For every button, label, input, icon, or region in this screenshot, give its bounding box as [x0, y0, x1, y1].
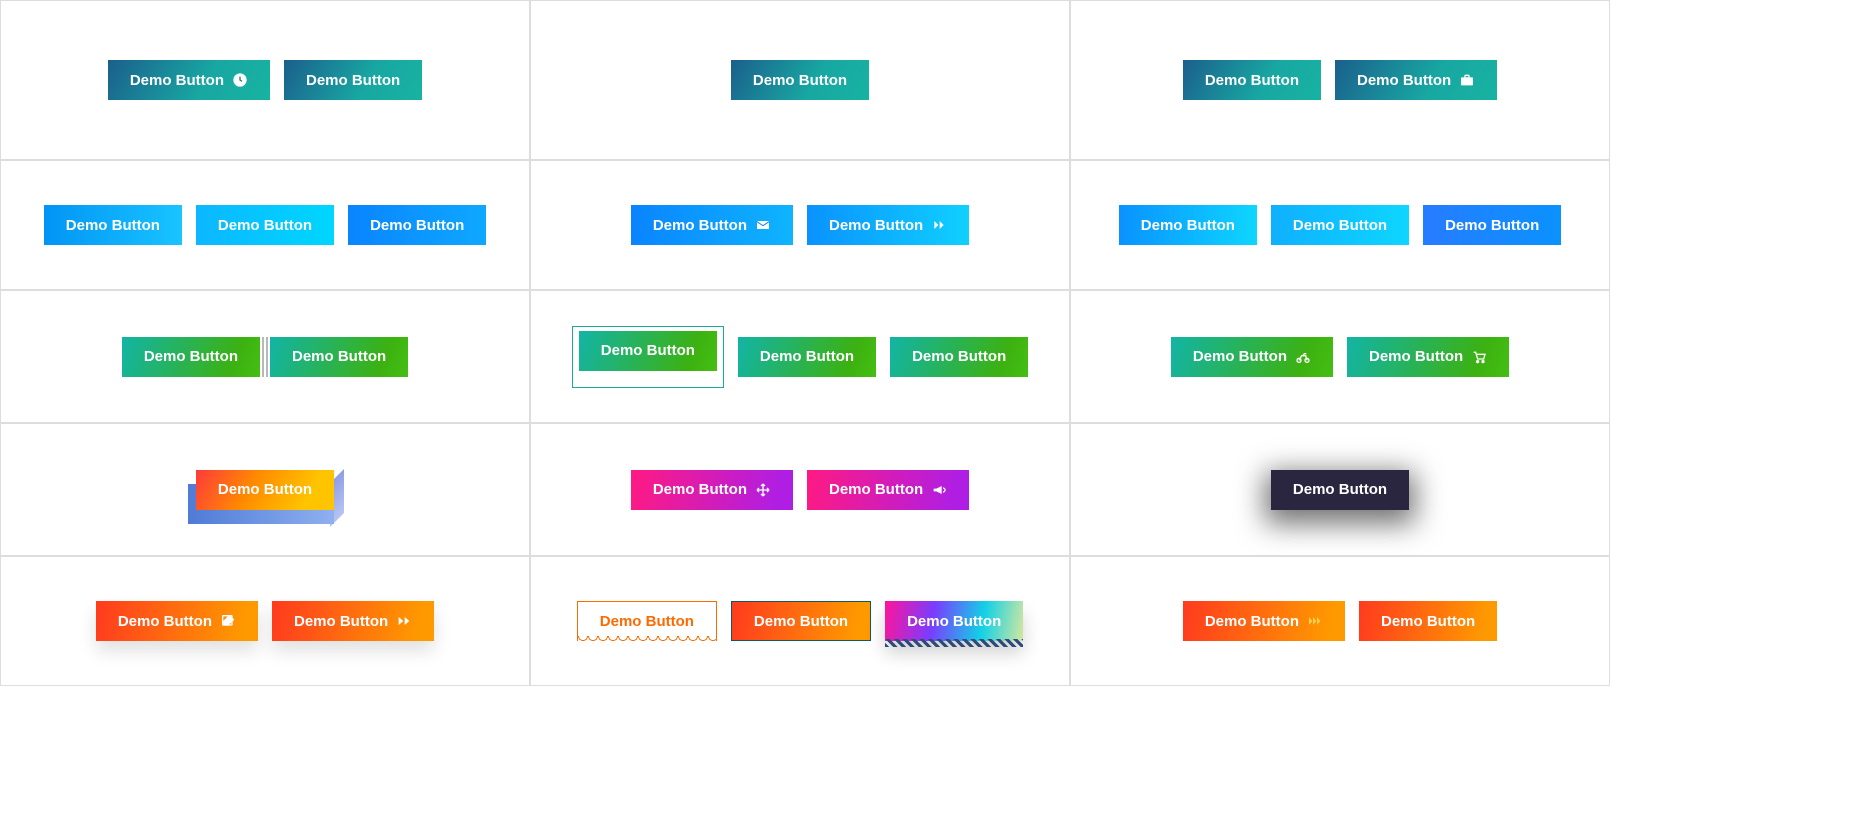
demo-button[interactable]: Demo Button [1183, 601, 1345, 641]
demo-button[interactable]: Demo Button [807, 205, 969, 245]
cell-r2c1: Demo Button Demo Button Demo Button [0, 160, 530, 290]
button-label: Demo Button [829, 481, 923, 498]
demo-button[interactable]: Demo Button [270, 337, 408, 377]
cell-r5c2: Demo Button Demo Button Demo Button [530, 556, 1070, 686]
button-label: Demo Button [294, 613, 388, 630]
button-label: Demo Button [1445, 217, 1539, 234]
cell-r3c2: Demo Button Demo Button Demo Button [530, 290, 1070, 423]
button-showcase-grid: Demo Button Demo Button Demo Button Demo… [0, 0, 1860, 686]
button-label: Demo Button [1205, 72, 1299, 89]
cart-icon [1471, 349, 1487, 365]
triple-chevron-icon [1307, 613, 1323, 629]
button-label: Demo Button [753, 72, 847, 89]
demo-button[interactable]: Demo Button [1423, 205, 1561, 245]
move-icon [755, 482, 771, 498]
motorcycle-icon [1295, 349, 1311, 365]
cell-r2c3: Demo Button Demo Button Demo Button [1070, 160, 1610, 290]
wavy-border [578, 636, 716, 642]
cell-r5c3: Demo Button Demo Button [1070, 556, 1610, 686]
cell-r1c2: Demo Button [530, 0, 1070, 160]
button-label: Demo Button [1205, 613, 1299, 630]
demo-button[interactable]: Demo Button [807, 470, 969, 510]
button-label: Demo Button [1293, 217, 1387, 234]
demo-button[interactable]: Demo Button [272, 601, 434, 641]
envelope-icon [755, 217, 771, 233]
button-group: Demo Button Demo Button [122, 337, 408, 377]
demo-button[interactable]: Demo Button [196, 470, 334, 510]
cell-r4c2: Demo Button Demo Button [530, 423, 1070, 556]
double-chevron-icon [931, 217, 947, 233]
button-label: Demo Button [760, 348, 854, 365]
demo-button[interactable]: Demo Button [1347, 337, 1509, 377]
button-label: Demo Button [1141, 217, 1235, 234]
demo-button[interactable]: Demo Button [738, 337, 876, 377]
button-label: Demo Button [118, 613, 212, 630]
cell-r1c1: Demo Button Demo Button [0, 0, 530, 160]
demo-button[interactable]: Demo Button [631, 470, 793, 510]
demo-button[interactable]: Demo Button [284, 60, 422, 100]
briefcase-icon [1459, 72, 1475, 88]
bullhorn-icon [931, 482, 947, 498]
button-label: Demo Button [912, 348, 1006, 365]
button-label: Demo Button [130, 72, 224, 89]
cell-r2c2: Demo Button Demo Button [530, 160, 1070, 290]
edit-icon [220, 613, 236, 629]
cell-r4c3: Demo Button [1070, 423, 1610, 556]
outlined-wrapper: Demo Button [572, 326, 724, 388]
demo-button[interactable]: Demo Button [885, 601, 1023, 641]
button-label: Demo Button [218, 217, 312, 234]
button-label: Demo Button [1369, 348, 1463, 365]
demo-button[interactable]: Demo Button [44, 205, 182, 245]
hatch-border [885, 639, 1023, 647]
button-label: Demo Button [601, 342, 695, 359]
demo-button[interactable]: Demo Button [1171, 337, 1333, 377]
clock-icon [232, 72, 248, 88]
button-label: Demo Button [907, 613, 1001, 630]
demo-button[interactable]: Demo Button [631, 205, 793, 245]
button-label: Demo Button [829, 217, 923, 234]
divider [262, 337, 264, 377]
demo-button[interactable]: Demo Button [1271, 205, 1409, 245]
button-label: Demo Button [1193, 348, 1287, 365]
button-label: Demo Button [306, 72, 400, 89]
demo-button[interactable]: Demo Button [348, 205, 486, 245]
demo-button[interactable]: Demo Button [122, 337, 260, 377]
demo-button[interactable]: Demo Button [108, 60, 270, 100]
cell-r3c1: Demo Button Demo Button [0, 290, 530, 423]
button-label: Demo Button [600, 613, 694, 630]
fast-forward-icon [396, 613, 412, 629]
button-label: Demo Button [653, 481, 747, 498]
demo-button[interactable]: Demo Button [96, 601, 258, 641]
button-label: Demo Button [66, 217, 160, 234]
button-label: Demo Button [653, 217, 747, 234]
button-label: Demo Button [1357, 72, 1451, 89]
demo-button[interactable]: Demo Button [196, 205, 334, 245]
button-label: Demo Button [370, 217, 464, 234]
cell-r4c1: Demo Button [0, 423, 530, 556]
button-3d-wrap: Demo Button [196, 470, 334, 510]
demo-button-outline[interactable]: Demo Button [577, 601, 717, 641]
button-label: Demo Button [1381, 613, 1475, 630]
cell-r3c3: Demo Button Demo Button [1070, 290, 1610, 423]
button-label: Demo Button [1293, 481, 1387, 498]
demo-button[interactable]: Demo Button [731, 601, 871, 641]
demo-button[interactable]: Demo Button [1271, 470, 1409, 510]
demo-button[interactable]: Demo Button [1119, 205, 1257, 245]
divider [266, 337, 268, 377]
cell-r1c3: Demo Button Demo Button [1070, 0, 1610, 160]
button-label: Demo Button [144, 348, 238, 365]
demo-button[interactable]: Demo Button [579, 331, 717, 371]
demo-button[interactable]: Demo Button [1335, 60, 1497, 100]
demo-button[interactable]: Demo Button [731, 60, 869, 100]
demo-button[interactable]: Demo Button [1183, 60, 1321, 100]
demo-button[interactable]: Demo Button [1359, 601, 1497, 641]
button-label: Demo Button [754, 613, 848, 630]
cell-r5c1: Demo Button Demo Button [0, 556, 530, 686]
button-label: Demo Button [218, 481, 312, 498]
demo-button[interactable]: Demo Button [890, 337, 1028, 377]
button-label: Demo Button [292, 348, 386, 365]
